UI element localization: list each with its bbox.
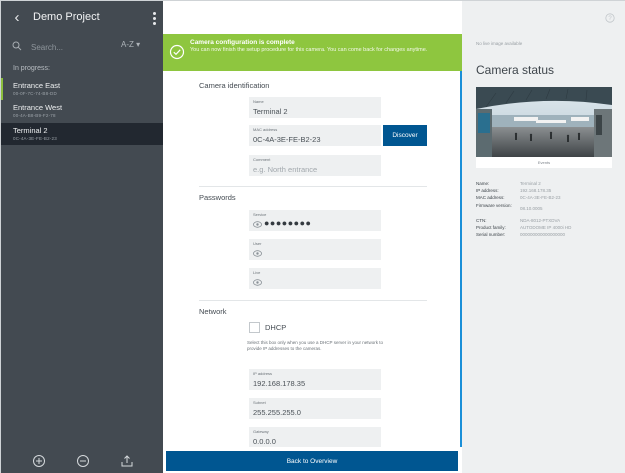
back-to-overview-button[interactable]: Back to Overview	[166, 451, 458, 471]
field-label: Name	[253, 99, 264, 104]
image-caption-bar: Events	[476, 157, 612, 168]
name-input[interactable]	[253, 106, 377, 116]
camera-name: Entrance East	[13, 81, 61, 90]
divider	[199, 186, 427, 187]
section-title-passwords: Passwords	[199, 193, 236, 202]
svg-text:?: ?	[608, 16, 612, 22]
info-key: Name:	[476, 181, 490, 186]
section-label-in-progress: In progress:	[13, 65, 50, 72]
info-value: NDA-8012-PTXDVA	[520, 218, 561, 223]
check-circle-icon	[169, 44, 185, 60]
camera-name: Terminal 2	[13, 126, 48, 135]
main-panel: Camera configuration is complete You can…	[163, 1, 462, 473]
info-value: AUTODOME IP 4000i HD	[520, 225, 572, 230]
search-input[interactable]	[31, 40, 111, 54]
search-icon	[12, 41, 22, 51]
comment-field[interactable]: Comment	[249, 155, 381, 176]
field-label: Gateway	[253, 429, 269, 434]
success-banner: Camera configuration is complete You can…	[163, 34, 462, 71]
camera-mac: 0C-4A-3E-FE-B2-23	[13, 136, 57, 141]
password-mask: ●●●●●●●●	[264, 218, 312, 228]
dhcp-help-text: Select this box only when you use a DHCP…	[247, 340, 383, 351]
subnet-field[interactable]: Subnet	[249, 398, 381, 419]
sidebar-item-terminal-2[interactable]: Terminal 2 0C-4A-3E-FE-B2-23	[1, 123, 163, 145]
upload-icon[interactable]	[120, 454, 134, 468]
camera-mac: 00-0F-7C-74-B8-DD	[13, 91, 57, 96]
sidebar-footer	[1, 451, 163, 471]
field-label: Service	[253, 212, 267, 217]
dhcp-label: DHCP	[265, 323, 287, 332]
discover-button[interactable]: Discover	[383, 125, 427, 146]
app-window: ‹ Demo Project A-Z ▾ In progress: Entran…	[0, 0, 625, 473]
field-label: MAC address	[253, 127, 278, 132]
field-label: Subnet	[253, 400, 266, 405]
info-key: CTN:	[476, 218, 487, 223]
info-key: Firmware version:	[476, 203, 512, 208]
info-value: Terminal 2	[520, 181, 541, 186]
ip-field[interactable]: IP address	[249, 369, 381, 390]
help-icon[interactable]: ?	[605, 13, 615, 23]
gateway-field[interactable]: Gateway	[249, 427, 381, 447]
ip-input[interactable]	[253, 378, 377, 388]
mac-input[interactable]	[253, 134, 377, 144]
back-chevron-icon[interactable]: ‹	[9, 9, 25, 27]
eye-icon[interactable]	[253, 221, 262, 228]
section-title-network: Network	[199, 307, 227, 316]
info-value: 08.10.0005	[520, 206, 543, 211]
sidebar: ‹ Demo Project A-Z ▾ In progress: Entran…	[1, 1, 163, 473]
divider	[199, 300, 427, 301]
config-form[interactable]: Camera identification Name MAC address D…	[163, 71, 462, 447]
info-value: 192.168.178.35	[520, 188, 552, 193]
live-password-field[interactable]: Live	[249, 268, 381, 289]
sidebar-header: ‹ Demo Project	[1, 1, 163, 35]
info-key: MAC address:	[476, 195, 505, 200]
camera-mac: 00-4A-B8-B9-F2-78	[13, 113, 56, 118]
image-caption: Events	[537, 160, 551, 165]
sidebar-item-entrance-west[interactable]: Entrance West 00-4A-B8-B9-F2-78	[1, 100, 163, 122]
info-key: Product family:	[476, 225, 506, 230]
remove-circle-icon[interactable]	[76, 454, 90, 468]
subnet-input[interactable]	[253, 407, 377, 417]
more-menu-icon[interactable]	[149, 10, 159, 28]
info-key: Serial number:	[476, 232, 506, 237]
eye-icon[interactable]	[253, 250, 262, 257]
status-title: Camera status	[476, 63, 555, 77]
dhcp-checkbox[interactable]	[249, 322, 260, 333]
gateway-input[interactable]	[253, 436, 377, 446]
user-password-field[interactable]: User	[249, 239, 381, 260]
field-label: Comment	[253, 157, 271, 162]
info-value: 000000000000000000	[520, 232, 566, 237]
field-label: IP address	[253, 371, 273, 376]
field-label: User	[253, 241, 262, 246]
sort-dropdown[interactable]: A-Z ▾	[121, 40, 140, 49]
info-value: 0C-4A-3E-FE-B2-23	[520, 195, 561, 200]
field-label: Live	[253, 270, 261, 275]
add-circle-icon[interactable]	[32, 454, 46, 468]
camera-name: Entrance West	[13, 103, 63, 112]
no-live-image-text: No live image available	[476, 41, 523, 46]
eye-icon[interactable]	[253, 279, 262, 286]
comment-input[interactable]	[253, 164, 377, 174]
project-title: Demo Project	[33, 11, 100, 23]
camera-status-panel: ? No live image available Camera status	[462, 1, 625, 473]
banner-text: You can now finish the setup procedure f…	[190, 47, 428, 53]
mac-field[interactable]: MAC address	[249, 125, 381, 146]
name-field[interactable]: Name	[249, 97, 381, 118]
service-password-field[interactable]: Service ●●●●●●●●	[249, 210, 381, 231]
banner-title: Camera configuration is complete	[190, 39, 295, 46]
section-title-identification: Camera identification	[199, 81, 270, 90]
sidebar-item-entrance-east[interactable]: Entrance East 00-0F-7C-74-B8-DD	[1, 78, 163, 100]
camera-snapshot-image	[476, 87, 612, 157]
info-key: IP address:	[476, 188, 499, 193]
search-row: A-Z ▾	[1, 37, 163, 57]
